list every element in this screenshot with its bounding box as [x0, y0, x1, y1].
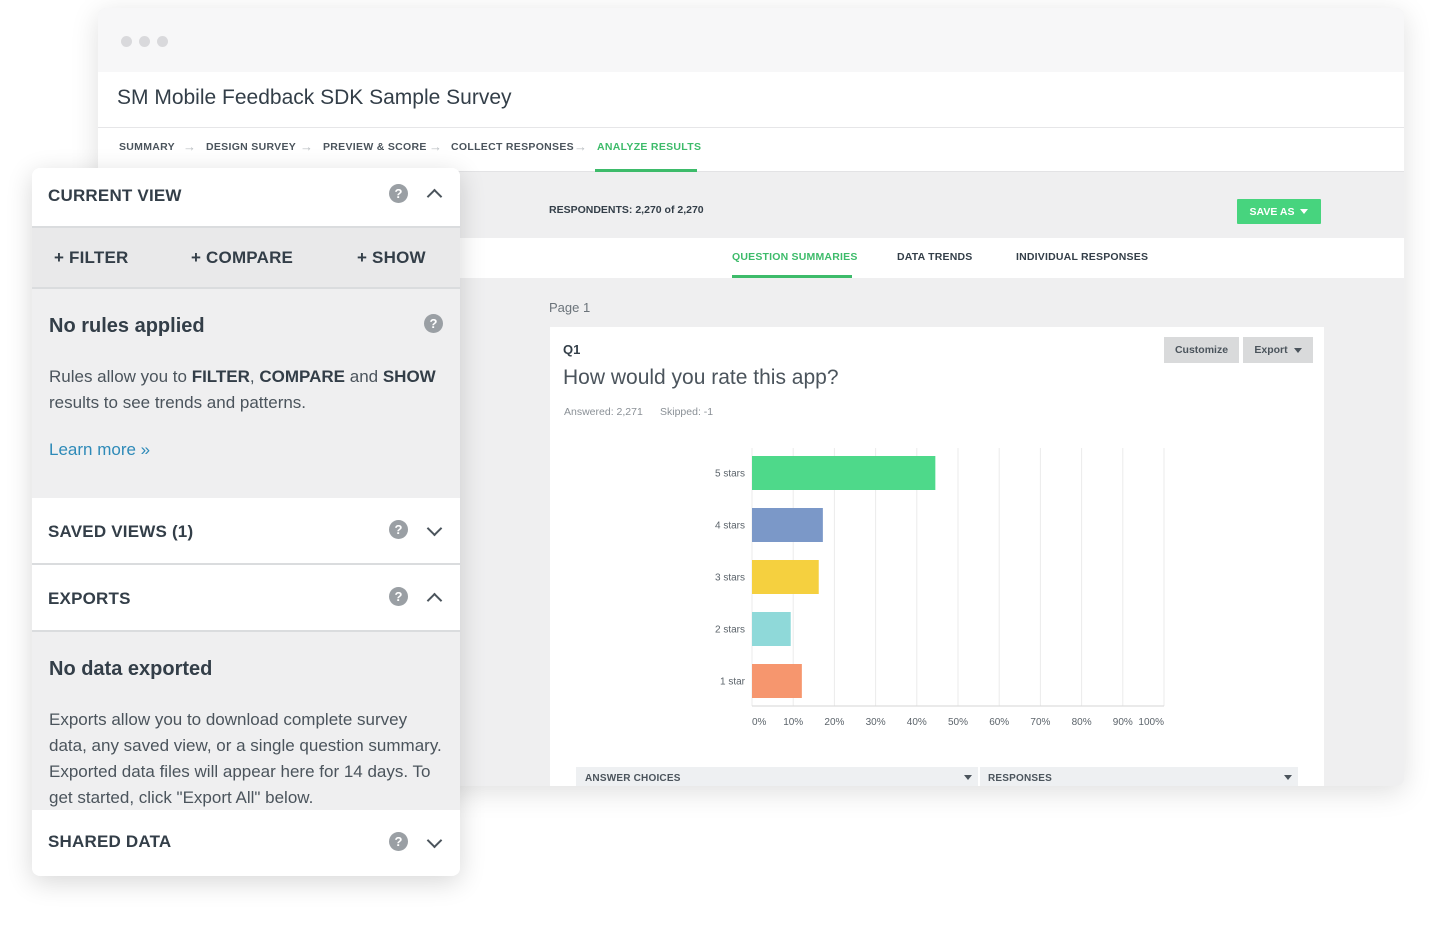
x-tick-label: 100%	[1138, 717, 1164, 728]
filter-button[interactable]: + FILTER	[54, 248, 128, 268]
save-as-label: SAVE AS	[1249, 205, 1295, 218]
column-divider	[978, 767, 980, 786]
rules-text: and	[345, 367, 383, 386]
help-icon[interactable]: ?	[389, 832, 408, 851]
arrow-right-icon: →	[574, 139, 587, 154]
exports-header[interactable]: EXPORTS ?	[32, 571, 460, 631]
chevron-down-icon[interactable]	[426, 832, 443, 849]
help-icon[interactable]: ?	[389, 520, 408, 539]
rules-text: results to see trends and patterns.	[49, 393, 307, 412]
category-label: 1 star	[720, 677, 746, 688]
x-tick-label: 10%	[783, 717, 803, 728]
window-maximize-dot[interactable]	[157, 36, 168, 47]
x-tick-label: 20%	[824, 717, 844, 728]
no-exports-section: No data exported Exports allow you to do…	[32, 632, 460, 810]
show-button[interactable]: + SHOW	[357, 248, 426, 268]
view-actions-bar: + FILTER + COMPARE + SHOW	[32, 228, 460, 288]
x-tick-label: 80%	[1072, 717, 1092, 728]
tab-data-trends[interactable]: DATA TRENDS	[897, 251, 973, 263]
chart-bar	[752, 508, 823, 542]
shared-data-title: SHARED DATA	[48, 832, 172, 851]
chart-bar	[752, 560, 819, 594]
category-label: 4 stars	[715, 521, 745, 532]
survey-steps-nav: SUMMARY → DESIGN SURVEY → PREVIEW & SCOR…	[98, 128, 1404, 172]
answer-table-header: ANSWER CHOICES RESPONSES	[576, 767, 1298, 786]
page-label: Page 1	[549, 300, 591, 315]
step-collect-responses[interactable]: COLLECT RESPONSES	[451, 141, 574, 153]
x-tick-label: 70%	[1030, 717, 1050, 728]
respondents-count: RESPONDENTS: 2,270 of 2,270	[549, 204, 704, 216]
chevron-down-icon[interactable]	[426, 520, 443, 537]
chart-bar	[752, 664, 802, 698]
active-step-underline	[595, 169, 697, 172]
save-as-button[interactable]: SAVE AS	[1237, 199, 1321, 224]
analyze-side-panel: CURRENT VIEW ? + FILTER + COMPARE + SHOW…	[32, 168, 460, 876]
saved-views-title: SAVED VIEWS (1)	[48, 522, 194, 541]
step-summary[interactable]: SUMMARY	[119, 141, 175, 153]
shared-data-header[interactable]: SHARED DATA ?	[32, 814, 460, 874]
chart-bar	[752, 612, 791, 646]
survey-title: SM Mobile Feedback SDK Sample Survey	[117, 86, 512, 109]
answer-choices-header[interactable]: ANSWER CHOICES	[585, 773, 681, 784]
divider	[32, 563, 460, 565]
rules-text: ,	[249, 367, 260, 386]
rules-text: Rules allow you to	[49, 367, 192, 386]
rules-compare-keyword: COMPARE	[259, 367, 346, 386]
exports-title: EXPORTS	[48, 589, 131, 608]
x-tick-label: 40%	[907, 717, 927, 728]
tab-question-summaries[interactable]: QUESTION SUMMARIES	[732, 251, 858, 263]
current-view-title: CURRENT VIEW	[48, 186, 182, 205]
arrow-right-icon: →	[183, 139, 196, 154]
x-tick-label: 30%	[866, 717, 886, 728]
active-tab-underline	[732, 275, 852, 278]
current-view-header[interactable]: CURRENT VIEW ?	[32, 168, 460, 228]
help-icon[interactable]: ?	[389, 587, 408, 606]
caret-down-icon[interactable]	[964, 775, 972, 780]
x-tick-label: 90%	[1113, 717, 1133, 728]
window-titlebar	[98, 8, 1404, 72]
no-data-exported-title: No data exported	[49, 658, 213, 680]
category-label: 3 stars	[715, 573, 745, 584]
help-icon[interactable]: ?	[424, 314, 443, 333]
no-rules-section: No rules applied ? Rules allow you to FI…	[32, 289, 460, 498]
category-label: 5 stars	[715, 469, 745, 480]
chevron-up-icon[interactable]	[426, 188, 443, 205]
caret-down-icon[interactable]	[1284, 775, 1292, 780]
chart-bar	[752, 456, 936, 490]
arrow-right-icon: →	[429, 139, 442, 154]
tab-individual-responses[interactable]: INDIVIDUAL RESPONSES	[1016, 251, 1148, 263]
saved-views-header[interactable]: SAVED VIEWS (1) ?	[32, 504, 460, 564]
step-analyze-results[interactable]: ANALYZE RESULTS	[597, 141, 701, 153]
step-design-survey[interactable]: DESIGN SURVEY	[206, 141, 296, 153]
rules-description: Rules allow you to FILTER, COMPARE and S…	[49, 364, 444, 416]
chevron-up-icon[interactable]	[426, 592, 443, 609]
x-tick-label: 50%	[948, 717, 968, 728]
x-tick-label: 60%	[989, 717, 1009, 728]
responses-header[interactable]: RESPONSES	[988, 773, 1052, 784]
learn-more-link[interactable]: Learn more »	[49, 440, 150, 460]
arrow-right-icon: →	[300, 139, 313, 154]
step-preview-score[interactable]: PREVIEW & SCORE	[323, 141, 427, 153]
exports-description: Exports allow you to download complete s…	[49, 710, 442, 807]
survey-header: SM Mobile Feedback SDK Sample Survey	[98, 72, 1404, 128]
window-close-dot[interactable]	[121, 36, 132, 47]
bar-chart: 5 stars 4 stars 3 stars 2 stars 1 star 0% 10% 2…	[715, 448, 1165, 728]
rules-show-keyword: SHOW	[382, 367, 436, 386]
window-minimize-dot[interactable]	[139, 36, 150, 47]
caret-down-icon	[1300, 209, 1309, 214]
compare-button[interactable]: + COMPARE	[191, 248, 293, 268]
question-card: Q1 How would you rate this app? Answered…	[550, 327, 1324, 786]
category-label: 2 stars	[715, 625, 745, 636]
x-tick-label: 0%	[752, 717, 767, 728]
rules-filter-keyword: FILTER	[191, 367, 250, 386]
no-rules-title: No rules applied	[49, 315, 205, 337]
help-icon[interactable]: ?	[389, 184, 408, 203]
